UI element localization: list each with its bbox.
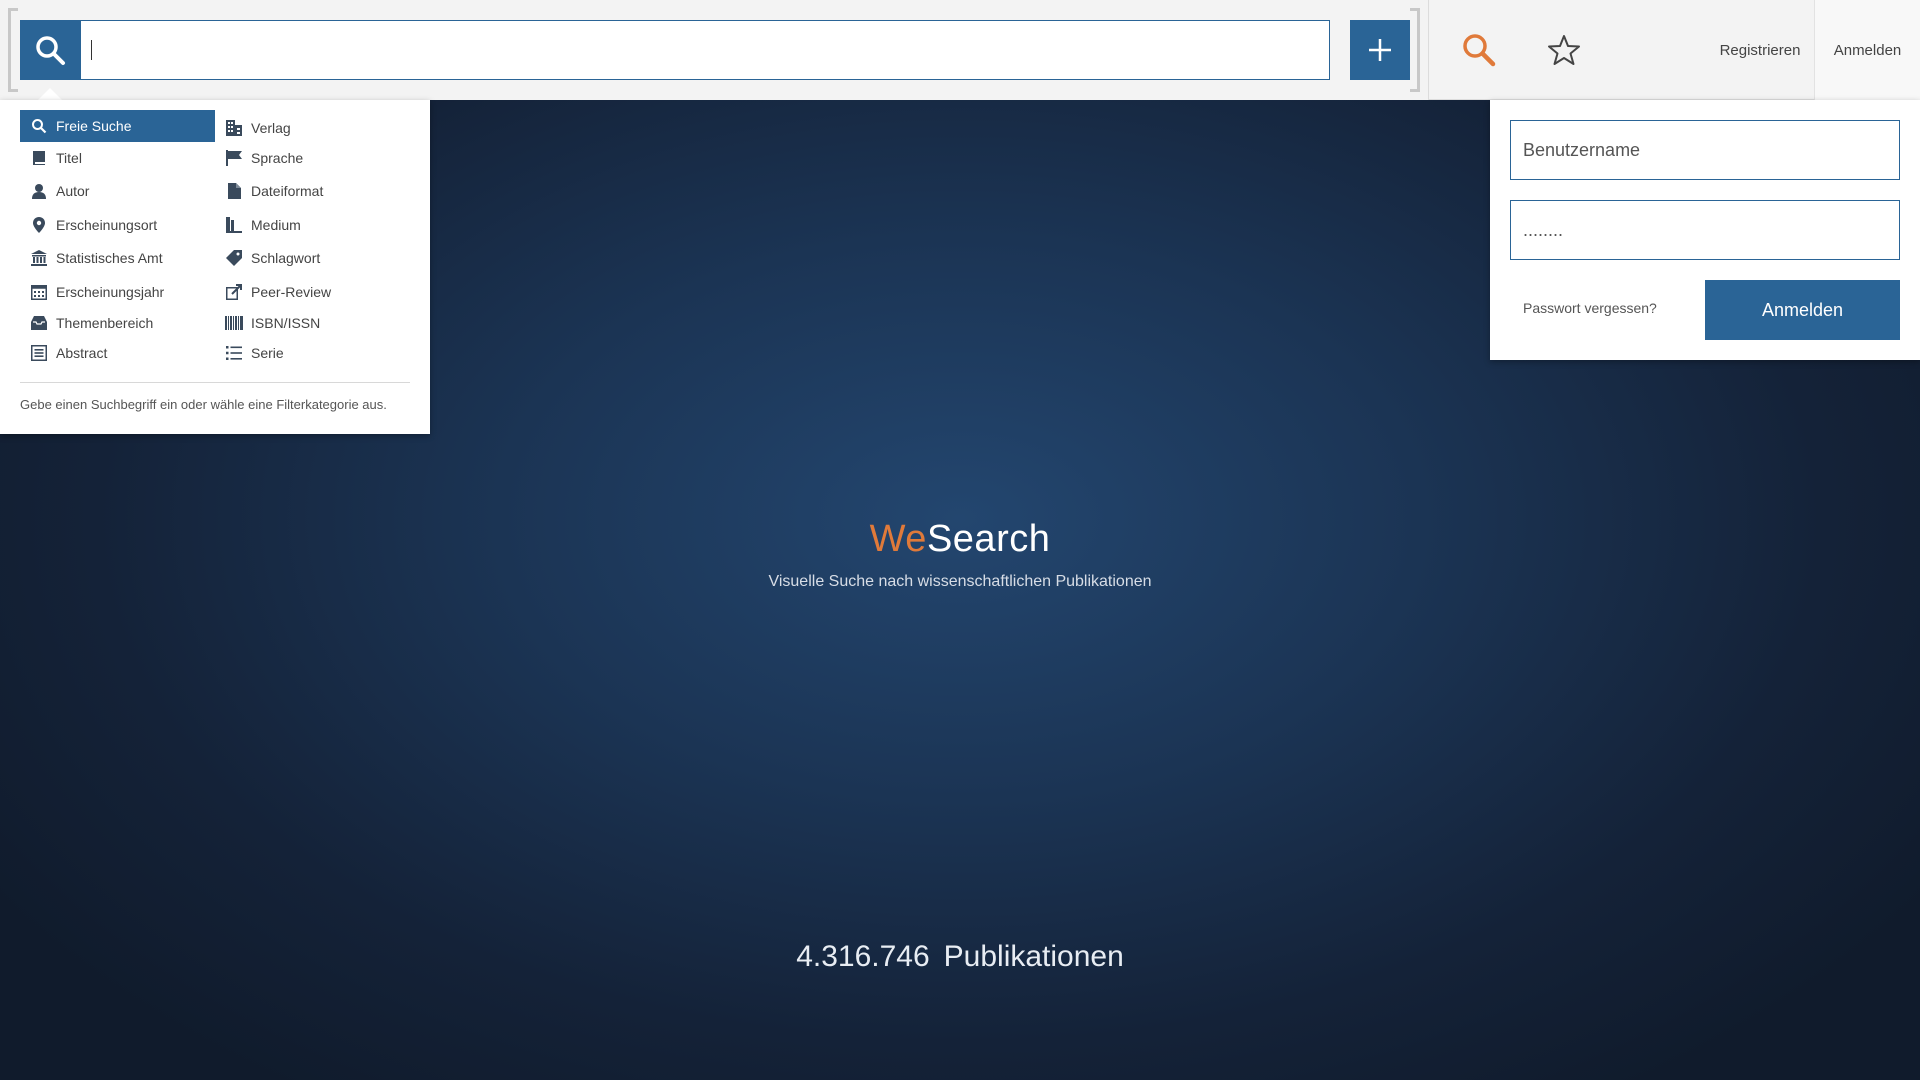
filter-freie-suche[interactable]: Freie Suche [20, 110, 215, 142]
publication-count-value: 4.316.746 [796, 940, 930, 973]
filter-label: Abstract [56, 345, 108, 361]
flag-icon [225, 149, 243, 167]
search-button[interactable] [20, 20, 80, 80]
filter-divider [20, 382, 410, 383]
filter-label: Freie Suche [56, 118, 132, 134]
map-marker-icon [30, 216, 48, 234]
brand-title: WeSearch [0, 518, 1920, 561]
filter-label: ISBN/ISSN [251, 315, 321, 331]
inbox-icon [30, 314, 48, 332]
books-icon [225, 216, 243, 234]
filter-dropdown-pointer [38, 88, 62, 100]
search-icon [30, 117, 48, 135]
search-nav-button[interactable] [1453, 24, 1505, 76]
filter-peer-review[interactable]: Peer-Review [215, 276, 410, 308]
filter-isbn-issn[interactable]: ISBN/ISSN [215, 307, 410, 339]
filter-abstract[interactable]: Abstract [20, 337, 215, 369]
filter-label: Statistisches Amt [56, 250, 163, 266]
search-icon [1463, 34, 1496, 67]
building-icon [225, 119, 243, 137]
filter-label: Titel [56, 150, 82, 166]
filter-dropdown: Freie Suche Titel Autor Erscheinungsort … [0, 100, 430, 434]
filter-titel[interactable]: Titel [20, 142, 215, 174]
filter-erscheinungsort[interactable]: Erscheinungsort [20, 209, 215, 241]
list-icon [225, 344, 243, 362]
filter-erscheinungsjahr[interactable]: Erscheinungsjahr [20, 276, 215, 308]
share-icon [225, 283, 243, 301]
forgot-password-link[interactable]: Passwort vergessen? [1523, 300, 1657, 316]
filter-label: Peer-Review [251, 284, 332, 300]
login-submit-button[interactable]: Anmelden [1705, 280, 1900, 340]
publication-count: 4.316.746 Publikationen [0, 940, 1920, 974]
institution-icon [30, 249, 48, 267]
book-icon [30, 149, 48, 167]
filter-label: Verlag [251, 120, 291, 136]
tag-icon [225, 249, 243, 267]
filter-label: Autor [56, 183, 90, 199]
filter-label: Themenbereich [56, 315, 154, 331]
search-area [0, 0, 1428, 100]
search-bracket-right [1410, 8, 1420, 92]
top-bar: Registrieren Anmelden [0, 0, 1920, 100]
search-input[interactable] [80, 20, 1330, 80]
search-icon [36, 36, 65, 65]
barcode-icon [225, 314, 243, 332]
search-bracket-left [8, 8, 18, 92]
register-link[interactable]: Registrieren [1710, 0, 1810, 100]
add-filter-button[interactable] [1350, 20, 1410, 80]
brand-search: Search [926, 518, 1051, 560]
brand-subtitle: Visuelle Suche nach wissenschaftlichen P… [768, 573, 1152, 590]
filter-label: Erscheinungsort [56, 217, 158, 233]
filter-serie[interactable]: Serie [215, 337, 410, 369]
filter-sprache[interactable]: Sprache [215, 142, 410, 174]
filter-autor[interactable]: Autor [20, 175, 215, 207]
filter-themenbereich[interactable]: Themenbereich [20, 307, 215, 339]
text-caret [91, 40, 92, 60]
calendar-icon [30, 283, 48, 301]
filter-dateiformat[interactable]: Dateiformat [215, 175, 410, 207]
username-field[interactable] [1510, 120, 1900, 180]
header-divider [1428, 0, 1429, 100]
filter-label: Erscheinungsjahr [56, 284, 165, 300]
list-alt-icon [30, 344, 48, 362]
filter-medium[interactable]: Medium [215, 209, 410, 241]
filter-label: Schlagwort [251, 250, 321, 266]
filter-statistisches-amt[interactable]: Statistisches Amt [20, 242, 215, 274]
login-panel: Passwort vergessen? Anmelden [1490, 100, 1920, 360]
filter-hint: Gebe einen Suchbegriff ein oder wähle ei… [20, 397, 387, 412]
star-icon [1548, 35, 1580, 65]
favorites-button[interactable] [1538, 24, 1590, 76]
brand-we: We [869, 518, 927, 560]
filter-label: Serie [251, 345, 284, 361]
login-link[interactable]: Anmelden [1814, 0, 1920, 100]
filter-label: Sprache [251, 150, 304, 166]
filter-label: Medium [251, 217, 301, 233]
user-icon [30, 182, 48, 200]
file-icon [225, 182, 243, 200]
plus-icon [1369, 39, 1391, 61]
filter-verlag[interactable]: Verlag [215, 112, 410, 144]
password-field[interactable] [1510, 200, 1900, 260]
filter-schlagwort[interactable]: Schlagwort [215, 242, 410, 274]
publication-count-label: Publikationen [943, 940, 1124, 973]
filter-label: Dateiformat [251, 183, 324, 199]
